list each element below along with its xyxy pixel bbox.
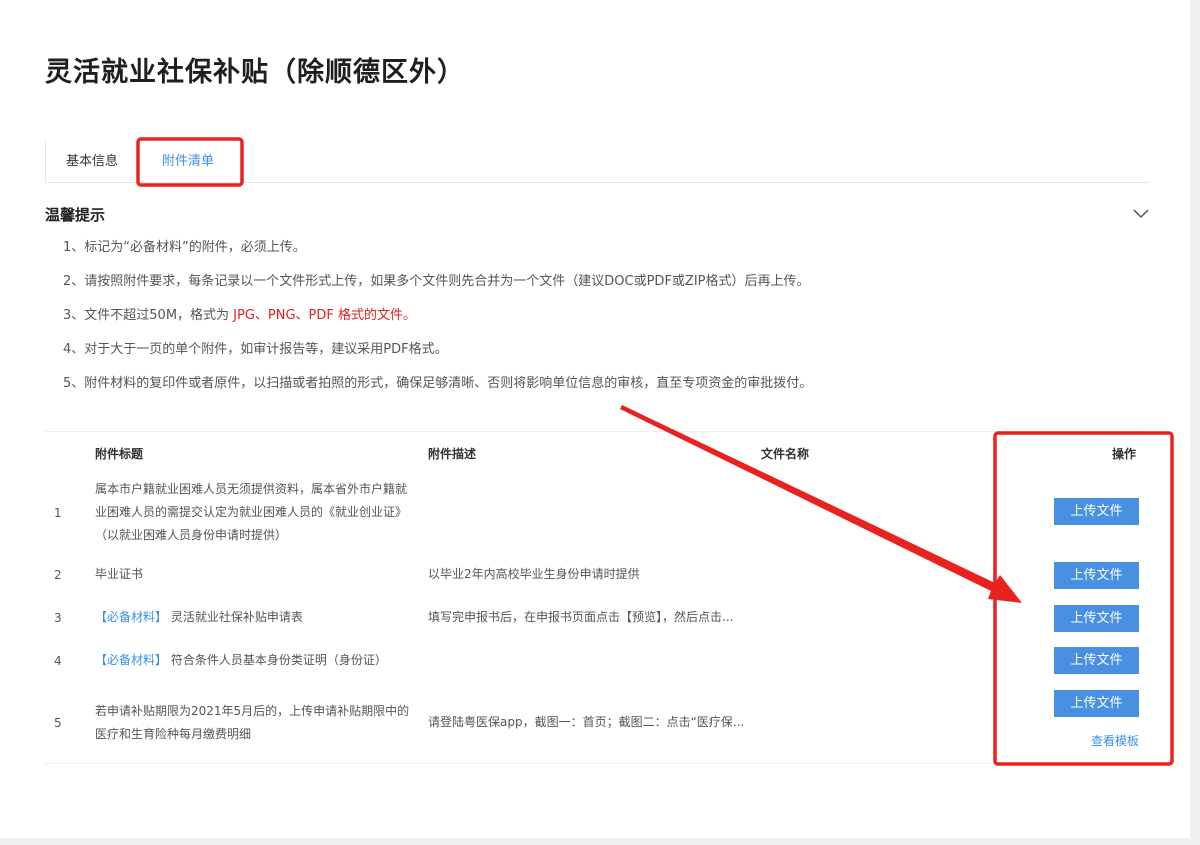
- upload-button-row-5[interactable]: 上传文件: [1054, 690, 1139, 717]
- header-action: 操作: [1112, 447, 1137, 461]
- row-2-num: 2: [54, 568, 62, 582]
- row-5-title-line-2: 医疗和生育险种每月缴费明细: [95, 727, 252, 741]
- row-4-num: 4: [54, 654, 62, 668]
- header-desc: 附件描述: [428, 447, 477, 461]
- row-5-num: 5: [54, 716, 62, 730]
- row-2-title: 毕业证书: [95, 567, 144, 581]
- row-4-title: 【必备材料】 符合条件人员基本身份类证明（身份证）: [95, 649, 387, 672]
- row-3-desc: 填写完申报书后，在申报书页面点击【预览】，然后点击...: [428, 610, 734, 624]
- tip-item-3: 3、文件不超过50M，格式为 JPG、PNG、PDF 格式的文件。: [63, 304, 416, 323]
- upload-button-row-1[interactable]: 上传文件: [1054, 498, 1139, 525]
- tip-item-5: 5、附件材料的复印件或者原件，以扫描或者拍照的形式，确保足够清晰、否则将影响单位…: [63, 376, 813, 391]
- upload-button-row-2[interactable]: 上传文件: [1054, 562, 1139, 589]
- chevron-down-icon[interactable]: [1132, 206, 1150, 220]
- required-tag: 【必备材料】: [95, 610, 168, 624]
- tab-attachment-list[interactable]: 附件清单: [162, 141, 214, 183]
- attachment-table: 附件标题 附件描述 文件名称 操作 1 属本市户籍就业困难人员无须提供资料，属本…: [45, 431, 1150, 764]
- row-1-title-line-3: （以就业困难人员身份申请时提供）: [95, 528, 288, 542]
- row-1-title: 属本市户籍就业困难人员无须提供资料，属本省外市户籍就 业困难人员的需提交认定为就…: [95, 478, 415, 547]
- row-2-desc: 以毕业2年内高校毕业生身份申请时提供: [428, 567, 640, 581]
- row-1-title-line-2: 业困难人员的需提交认定为就业困难人员的《就业创业证》: [95, 505, 408, 519]
- tab-bar: 基本信息 附件清单: [45, 141, 1150, 183]
- header-filename: 文件名称: [761, 447, 810, 461]
- row-4-title-text: 符合条件人员基本身份类证明（身份证）: [170, 653, 387, 667]
- row-5-title: 若申请补贴期限为2021年5月后的，上传申请补贴期限中的 医疗和生育险种每月缴费…: [95, 700, 415, 746]
- main-card: 灵活就业社保补贴（除顺德区外） 基本信息 附件清单 温馨提示 1、标记为“必备材…: [0, 0, 1190, 838]
- upload-button-row-4[interactable]: 上传文件: [1054, 647, 1139, 674]
- row-3-title-text: 灵活就业社保补贴申请表: [170, 610, 303, 624]
- row-3-num: 3: [54, 611, 62, 625]
- tab-basic-info[interactable]: 基本信息: [66, 141, 118, 183]
- tips-title: 温馨提示: [45, 206, 106, 224]
- upload-button-row-3[interactable]: 上传文件: [1054, 605, 1139, 632]
- row-1-num: 1: [54, 506, 62, 520]
- row-5-title-line-1: 若申请补贴期限为2021年5月后的，上传申请补贴期限中的: [95, 704, 410, 718]
- page-title: 灵活就业社保补贴（除顺德区外）: [45, 57, 465, 88]
- tip-item-3-text: 3、文件不超过50M，格式为: [63, 308, 234, 323]
- tab-bar-divider: [45, 141, 46, 183]
- view-template-link[interactable]: 查看模板: [1091, 732, 1139, 749]
- header-title: 附件标题: [95, 447, 144, 461]
- tip-item-3-formats: JPG、PNG、PDF 格式的文件。: [233, 308, 417, 323]
- row-3-title: 【必备材料】 灵活就业社保补贴申请表: [95, 606, 303, 629]
- tip-item-4: 4、对于大于一页的单个附件，如审计报告等，建议采用PDF格式。: [63, 342, 448, 357]
- tip-item-1: 1、标记为“必备材料”的附件，必须上传。: [63, 240, 306, 255]
- required-tag: 【必备材料】: [95, 653, 168, 667]
- tip-item-2: 2、请按照附件要求，每条记录以一个文件形式上传，如果多个文件则先合并为一个文件（…: [63, 274, 810, 289]
- row-5-desc: 请登陆粤医保app，截图一：首页；截图二：点击“医疗保...: [428, 715, 745, 729]
- row-1-title-line-1: 属本市户籍就业困难人员无须提供资料，属本省外市户籍就: [95, 482, 408, 496]
